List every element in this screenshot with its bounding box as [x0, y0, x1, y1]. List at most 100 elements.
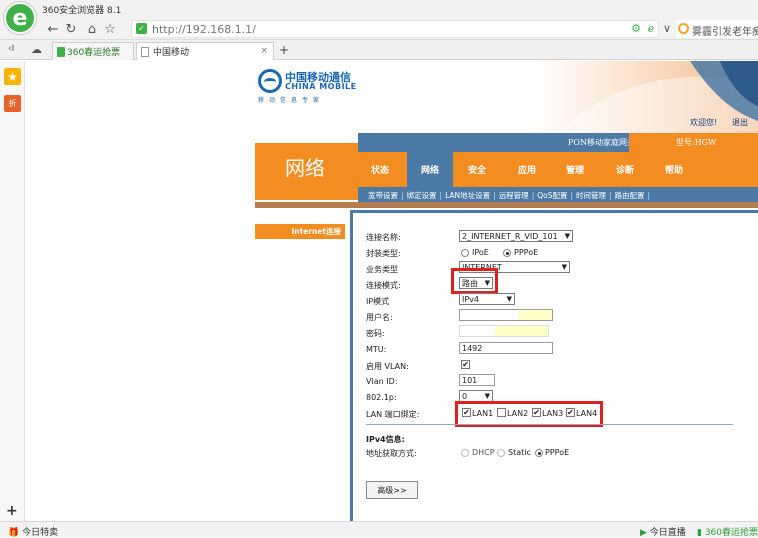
ticket-icon [57, 46, 65, 57]
tab-ticket[interactable]: 360春运抢票 [52, 42, 134, 60]
live-link[interactable]: ▶ 今日直播 [640, 525, 686, 538]
section-title: 网络 [285, 156, 325, 180]
home-icon[interactable]: ⌂ [83, 20, 101, 38]
addr-static-radio[interactable] [497, 449, 505, 457]
search-input[interactable]: 雾霾引发老年痴 [692, 23, 758, 38]
menu-security[interactable]: 安全 [455, 152, 499, 187]
brand-english: CHINA MOBILE [285, 82, 357, 91]
encap-pppoe-label: PPPoE [514, 248, 539, 257]
encap-pppoe-radio[interactable] [503, 249, 511, 257]
header-decoration [560, 61, 758, 133]
new-tab-button[interactable]: + [279, 43, 289, 57]
encap-type-label: 封装类型: [366, 249, 401, 258]
encap-ipoe-label: IPoE [472, 248, 489, 257]
mtu-label: MTU: [366, 345, 387, 354]
vlan-id-label: Vlan ID: [366, 377, 398, 386]
chevron-down-icon: ▼ [564, 232, 570, 240]
vlan-id-input[interactable]: 101 [459, 374, 495, 386]
connection-name-select[interactable]: 2_INTERNET_R_VID_101 ▼ [459, 230, 573, 242]
security-shield-icon: ✓ [136, 23, 147, 34]
logout-link[interactable]: 退出 [732, 117, 748, 128]
model-text: 型号:HGW [676, 138, 717, 147]
addr-pppoe-radio[interactable] [535, 449, 543, 457]
priority-label: 802.1p: [366, 393, 397, 402]
browser-sidebar [0, 61, 25, 521]
password-input[interactable] [459, 325, 549, 337]
menu-diagnosis[interactable]: 诊断 [603, 152, 647, 187]
daily-deal-link[interactable]: 🎁 今日特卖 [8, 525, 58, 538]
welcome-text: 欢迎您! [690, 118, 718, 127]
menu-network[interactable]: 网络 [407, 152, 453, 187]
submenu-binding[interactable]: 绑定设置 [407, 191, 437, 200]
lan4-checkbox[interactable]: ✔ [566, 408, 575, 417]
username-label: 用户名: [366, 313, 393, 322]
back-arrow-icon[interactable]: ← [44, 20, 62, 38]
submenu-qos[interactable]: QoS配置 [537, 191, 567, 200]
deal-tag-icon[interactable]: 折 [4, 95, 21, 112]
chevron-down-icon: ▼ [506, 295, 512, 303]
window-title: 360安全浏览器 8.1 [42, 6, 122, 16]
submenu-lan-address[interactable]: LAN地址设置 [445, 191, 490, 200]
addr-dhcp-label: DHCP [472, 448, 495, 457]
advanced-button[interactable]: 高级>> [366, 481, 418, 499]
search-engine-icon [678, 23, 689, 34]
menu-help[interactable]: 帮助 [652, 152, 696, 187]
addr-dhcp-radio[interactable] [461, 449, 469, 457]
mtu-input[interactable]: 1492 [459, 342, 553, 354]
left-nav [255, 208, 349, 521]
ip-mode-label: IP模式 [366, 297, 390, 306]
favorite-star-icon[interactable]: ☆ [101, 20, 119, 38]
tab-label: 360春运抢票 [67, 48, 121, 58]
connection-mode-select[interactable]: 路由 ▼ [459, 277, 493, 289]
lan4-label: LAN4 [576, 409, 598, 418]
browser-logo-icon[interactable]: e [4, 2, 36, 34]
submenu-remote[interactable]: 远程管理 [499, 191, 529, 200]
close-tab-icon[interactable]: × [260, 46, 268, 56]
menu-management[interactable]: 管理 [553, 152, 597, 187]
status-bar: 🎁 今日特卖 ▶ 今日直播 ▮ 360春运抢票 [0, 521, 758, 538]
url-text[interactable]: http://192.168.1.1/ [152, 23, 256, 36]
address-bar[interactable]: ✓ http://192.168.1.1/ [131, 20, 659, 38]
ticket-status-link[interactable]: ▮ 360春运抢票 [697, 525, 758, 538]
form-divider [366, 424, 733, 425]
chevron-down-icon: ▼ [484, 279, 490, 287]
form-panel [350, 210, 758, 521]
favorites-star-icon[interactable]: ★ [4, 68, 21, 85]
service-type-label: 业务类型 [366, 265, 398, 274]
submenu-broadband[interactable]: 宽带设置 [368, 191, 398, 200]
add-sidebar-button[interactable]: + [6, 503, 18, 519]
cloud-icon[interactable]: ☁ [31, 43, 42, 56]
china-mobile-logo-icon [258, 69, 282, 93]
username-input[interactable] [459, 309, 553, 321]
submenu-links: 宽带设置 | 绑定设置 | LAN地址设置 | 远程管理 | QoS配置 | 时间管理 | 路由配置 | [368, 191, 651, 200]
compat-mode-icon[interactable]: ⚙ [629, 21, 643, 35]
lan1-checkbox[interactable]: ✔ [462, 408, 471, 417]
refresh-mode-icon[interactable]: ℯ [644, 21, 658, 35]
ipv4-info-label: IPv4信息: [366, 435, 405, 444]
menu-status[interactable]: 状态 [358, 152, 402, 187]
title-bar: 360安全浏览器 8.1 [0, 0, 758, 18]
lan2-label: LAN2 [507, 409, 529, 418]
search-box[interactable]: 雾霾引发老年痴 [676, 20, 758, 38]
encap-ipoe-radio[interactable] [461, 249, 469, 257]
sidebar-toggle-icon[interactable]: ‹I [8, 44, 14, 54]
chevron-down-icon: ▼ [484, 392, 490, 400]
lan2-checkbox[interactable] [497, 408, 506, 417]
lan-bind-label: LAN 端口绑定: [366, 410, 420, 419]
left-tab-internet[interactable]: Internet连接 [255, 224, 345, 239]
lan3-checkbox[interactable]: ✔ [532, 408, 541, 417]
vlan-enable-checkbox[interactable]: ✔ [461, 360, 470, 369]
brand-slogan: 移动信息专家 [258, 97, 325, 104]
lan3-label: LAN3 [542, 409, 564, 418]
submenu-route[interactable]: 路由配置 [615, 191, 645, 200]
menu-application[interactable]: 应用 [505, 152, 549, 187]
ip-mode-select[interactable]: IPv4 ▼ [459, 293, 515, 305]
connection-mode-label: 连接模式: [366, 281, 401, 290]
tab-label: 中国移动 [153, 48, 190, 58]
password-label: 密码: [366, 329, 385, 338]
tab-china-mobile[interactable]: 中国移动 × [136, 42, 274, 60]
connection-name-label: 连接名称: [366, 233, 401, 242]
submenu-time[interactable]: 时间管理 [576, 191, 606, 200]
refresh-icon[interactable]: ↻ [62, 20, 80, 38]
chevron-down-icon[interactable]: ∨ [660, 21, 674, 35]
